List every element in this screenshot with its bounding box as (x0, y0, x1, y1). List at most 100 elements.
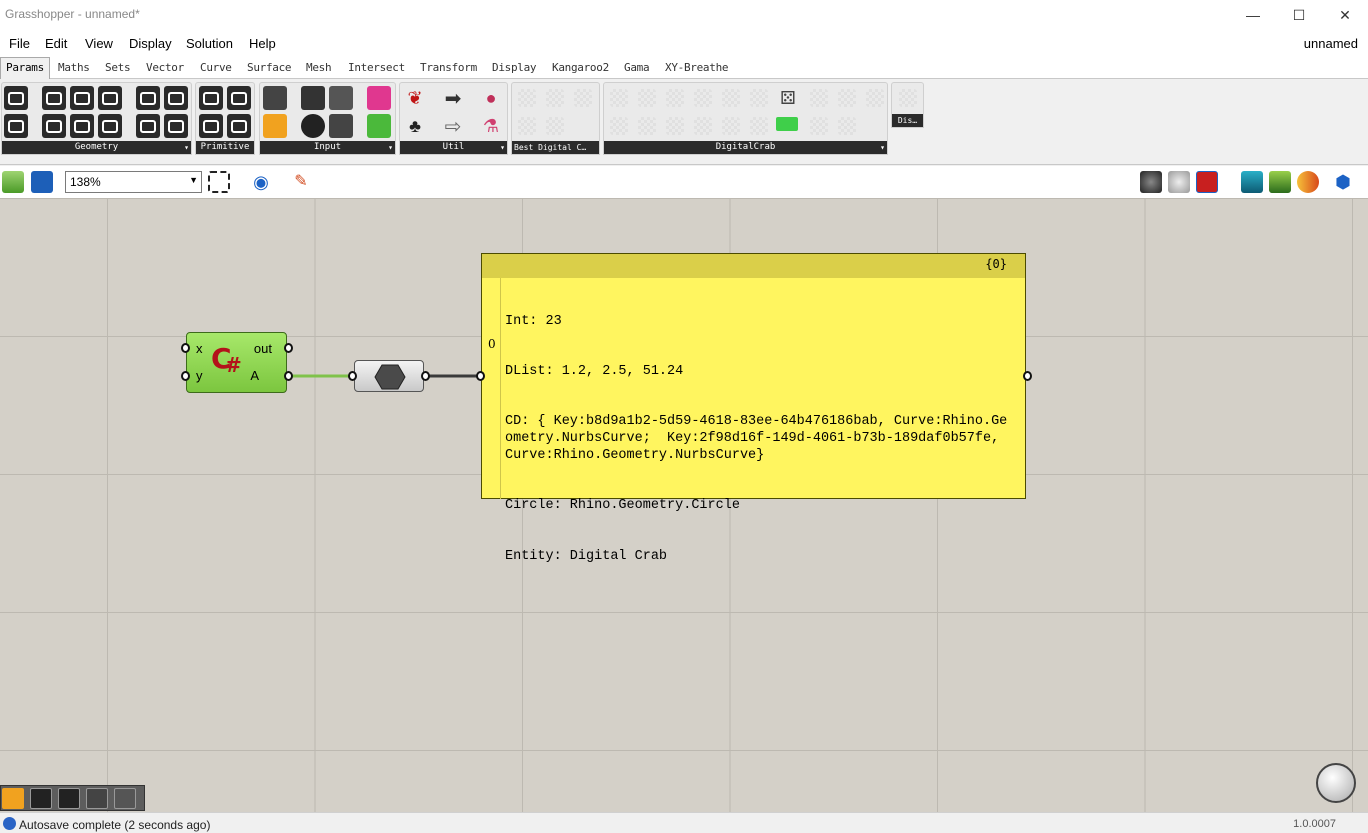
panel-input-grip[interactable] (476, 371, 485, 381)
surface-param-icon[interactable] (136, 114, 160, 138)
csharp-component[interactable]: x y out A C # (186, 332, 287, 393)
menu-file[interactable]: File (9, 36, 30, 51)
input-x[interactable]: x (196, 341, 203, 356)
preview-shaded-icon[interactable] (1196, 171, 1218, 193)
value-list-icon[interactable] (329, 114, 353, 138)
relay-input-grip[interactable] (348, 371, 357, 381)
zoom-select[interactable]: 138% ▼ (65, 171, 202, 193)
placeholder-icon[interactable] (638, 89, 656, 107)
preview-off-icon[interactable] (1140, 171, 1162, 193)
output-grip[interactable] (284, 371, 293, 381)
maximize-button[interactable]: ☐ (1276, 0, 1322, 30)
placeholder-icon[interactable] (750, 89, 768, 107)
tab-display[interactable]: Display (492, 61, 537, 74)
zoom-extents-icon[interactable] (208, 171, 230, 193)
minimize-button[interactable]: — (1230, 0, 1276, 30)
placeholder-icon[interactable] (638, 117, 656, 135)
placeholder-icon[interactable] (610, 89, 628, 107)
placeholder-icon[interactable] (838, 117, 856, 135)
output-grip[interactable] (284, 343, 293, 353)
panel-expand-icon[interactable]: ▾ (500, 141, 505, 154)
number-slider-icon[interactable] (329, 86, 353, 110)
tab-mesh[interactable]: Mesh (306, 61, 332, 74)
panel-label-best-digital-crab[interactable]: Best Digital C… (512, 141, 599, 154)
panel-expand-icon[interactable]: ▾ (880, 141, 885, 154)
tab-kangaroo2[interactable]: Kangaroo2 (552, 61, 609, 74)
panel-expand-icon[interactable]: ▾ (184, 141, 189, 154)
input-grip[interactable] (181, 371, 190, 381)
data-input-icon[interactable]: ⇨ (441, 114, 465, 138)
point-param-icon[interactable] (98, 114, 122, 138)
twisted-box-param-icon[interactable] (164, 114, 188, 138)
graph-mapper-widget-icon[interactable] (2, 788, 24, 809)
panel-label-geometry[interactable]: Geometry ▾ (2, 141, 191, 154)
boolean-toggle-icon[interactable] (301, 114, 325, 138)
placeholder-icon[interactable] (546, 89, 564, 107)
canvas[interactable]: x y out A C # {0} 0 Int: 23 DList: 1.2, 2… (0, 198, 1368, 812)
tab-surface[interactable]: Surface (247, 61, 292, 74)
circular-arc-param-icon[interactable] (70, 86, 94, 110)
panel-expand-icon[interactable]: ▾ (388, 141, 393, 154)
placeholder-icon[interactable] (666, 117, 684, 135)
jitter-icon[interactable]: ● (479, 86, 503, 110)
close-button[interactable]: ✕ (1322, 0, 1368, 30)
text-param-icon[interactable] (227, 114, 251, 138)
relay-output-grip[interactable] (421, 371, 430, 381)
panel-label-display-tools[interactable]: Dis… (892, 114, 923, 127)
tab-transform[interactable]: Transform (420, 61, 477, 74)
placeholder-icon[interactable] (810, 89, 828, 107)
menu-view[interactable]: View (85, 36, 113, 51)
tree-icon[interactable]: ♣ (403, 114, 427, 138)
number-param-icon[interactable] (199, 114, 223, 138)
panel-label-util[interactable]: Util ▾ (400, 141, 507, 154)
input-y[interactable]: y (196, 368, 203, 383)
panel-label-input[interactable]: Input ▾ (260, 141, 395, 154)
output-a[interactable]: A (250, 368, 259, 383)
placeholder-icon[interactable] (722, 117, 740, 135)
tab-xy-breathe[interactable]: XY-Breathe (665, 61, 729, 74)
preview-selected-icon[interactable] (1241, 171, 1263, 193)
sketch-pen-icon[interactable]: ✎ (290, 171, 312, 193)
placeholder-icon[interactable] (610, 117, 628, 135)
preview-eye-icon[interactable]: ◉ (250, 171, 272, 193)
preview-wireframe-icon[interactable] (1168, 171, 1190, 193)
hexagon-settings-icon[interactable]: ⬢ (1332, 171, 1354, 193)
menu-display[interactable]: Display (129, 36, 172, 51)
wire-widget-icon[interactable] (58, 788, 80, 809)
placeholder-icon[interactable] (666, 89, 684, 107)
graph-mapper-icon[interactable] (263, 114, 287, 138)
placeholder-icon[interactable] (574, 89, 592, 107)
md-slider-icon[interactable] (367, 114, 391, 138)
green-tag-icon[interactable] (776, 117, 798, 131)
component-widget-icon[interactable] (30, 788, 52, 809)
open-file-icon[interactable] (2, 171, 24, 193)
placeholder-icon[interactable] (750, 117, 768, 135)
relay-component[interactable] (354, 360, 424, 392)
button-object-icon[interactable] (301, 86, 325, 110)
plane-param-icon[interactable] (70, 114, 94, 138)
input-grip[interactable] (181, 343, 190, 353)
brep-param-icon[interactable] (136, 86, 160, 110)
placeholder-icon[interactable] (694, 117, 712, 135)
tab-maths[interactable]: Maths (58, 61, 90, 74)
tab-sets[interactable]: Sets (105, 61, 131, 74)
placeholder-icon[interactable] (518, 89, 536, 107)
placeholder-icon[interactable] (866, 89, 884, 107)
save-file-icon[interactable] (31, 171, 53, 193)
integer-param-icon[interactable] (227, 86, 251, 110)
panel-output-grip[interactable] (1023, 371, 1032, 381)
tab-vector[interactable]: Vector (146, 61, 184, 74)
geometry-param-icon[interactable] (4, 86, 28, 110)
curve-param-icon[interactable] (4, 114, 28, 138)
placeholder-icon[interactable] (899, 89, 917, 107)
cherry-picker-icon[interactable]: ❦ (403, 86, 427, 110)
placeholder-icon[interactable] (722, 89, 740, 107)
placeholder-icon[interactable] (810, 117, 828, 135)
hexagon-widget-icon[interactable] (114, 788, 136, 809)
panel-label-primitive[interactable]: Primitive (196, 141, 254, 154)
box-param-icon[interactable] (98, 86, 122, 110)
placeholder-icon[interactable] (518, 117, 536, 135)
output-out[interactable]: out (254, 341, 272, 356)
placeholder-icon[interactable] (838, 89, 856, 107)
tab-gama[interactable]: Gama (624, 61, 650, 74)
